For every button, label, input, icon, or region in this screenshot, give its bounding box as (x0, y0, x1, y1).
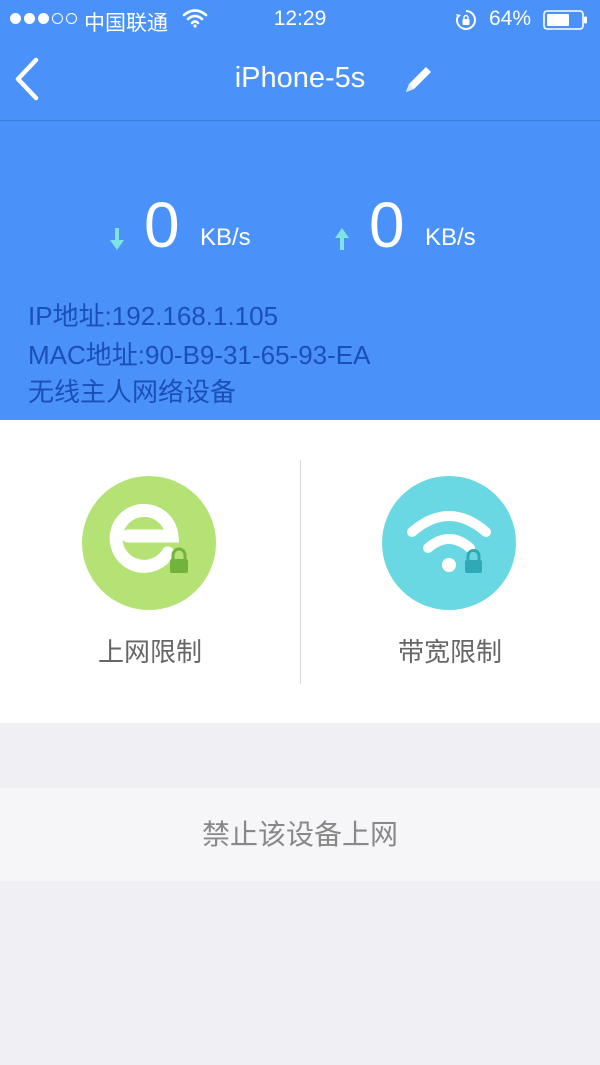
arrow-up-icon (333, 226, 351, 257)
bandwidth-limit-label: 带宽限制 (397, 637, 502, 667)
device-header: 中国联通 12:29 64% iPhone-5s 0 KB/s 0 KB/s I… (0, 0, 600, 420)
upload-speed-unit: KB/s (425, 224, 476, 251)
control-options: 上网限制 带宽限制 (0, 420, 600, 723)
device-type: 无线主人网络设备 (28, 377, 237, 407)
arrow-down-icon (108, 226, 126, 257)
wifi-lock-icon (382, 476, 516, 610)
browser-e-lock-icon (82, 476, 216, 610)
edit-name-button[interactable] (400, 62, 436, 98)
device-mac: MAC地址:90-B9-31-65-93-EA (28, 340, 371, 370)
device-ip: IP地址:192.168.1.105 (28, 301, 279, 331)
device-name-title: iPhone-5s (234, 62, 366, 94)
status-bar: 中国联通 12:29 64% (0, 0, 600, 40)
battery-icon (543, 10, 589, 36)
download-speed-value: 0 (144, 189, 180, 261)
rotation-lock-icon (454, 8, 478, 38)
upload-speed-value: 0 (369, 189, 405, 261)
block-device-button[interactable]: 禁止该设备上网 (0, 788, 600, 881)
nav-bar: iPhone-5s (0, 40, 600, 121)
internet-limit-label: 上网限制 (97, 637, 202, 667)
download-speed-unit: KB/s (200, 224, 251, 251)
pencil-icon (406, 67, 431, 92)
battery-percent: 64% (489, 7, 532, 30)
internet-limit-button[interactable]: 上网限制 (0, 420, 300, 723)
bandwidth-limit-button[interactable]: 带宽限制 (300, 420, 600, 723)
